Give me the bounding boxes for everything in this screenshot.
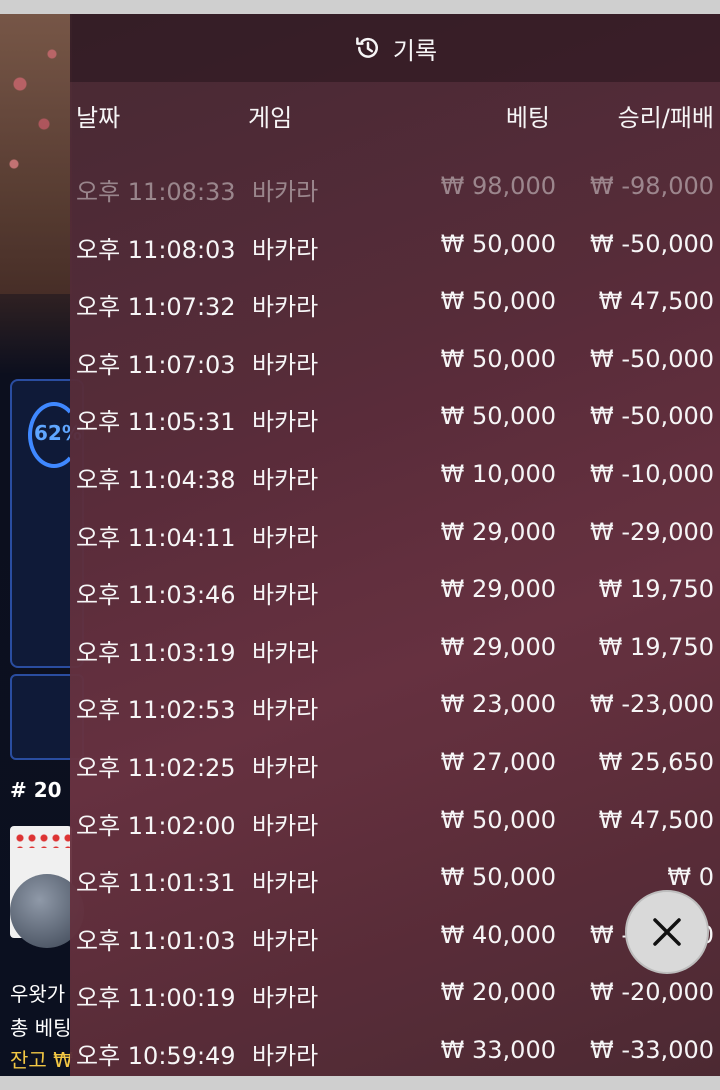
row-game: 바카라: [252, 753, 319, 782]
row-time: 오후 11:02:00: [76, 811, 236, 840]
row-bet: ₩ 29,000: [440, 517, 556, 546]
history-column-headers: 날짜 게임 베팅 승리/패배: [70, 98, 720, 138]
row-result: ₩ -50,000: [590, 344, 714, 373]
row-game: 바카라: [252, 811, 319, 840]
player-name: 우왓가: [10, 982, 66, 1006]
row-time: 오후 11:03:46: [76, 581, 236, 610]
row-time: 오후 10:59:49: [76, 1041, 236, 1070]
total-bet-label: 총 베팅: [10, 1016, 72, 1040]
row-bet: ₩ 50,000: [440, 863, 556, 892]
row-result: ₩ -29,000: [590, 517, 714, 546]
history-row[interactable]: 오후 11:07:32 바카라 ₩ 50,000 ₩ 47,500: [70, 275, 720, 333]
row-game: 바카라: [252, 638, 319, 667]
row-game: 바카라: [252, 869, 319, 898]
row-result: ₩ 0: [667, 863, 714, 892]
row-bet: ₩ 29,000: [440, 632, 556, 661]
row-game: 바카라: [252, 178, 319, 206]
row-time: 오후 11:02:53: [76, 696, 236, 725]
history-header: 기록: [70, 14, 720, 82]
row-bet: ₩ 29,000: [440, 575, 556, 604]
column-game: 게임: [248, 104, 293, 132]
history-row[interactable]: 오후 11:03:46 바카라 ₩ 29,000 ₩ 19,750: [70, 563, 720, 621]
row-game: 바카라: [252, 523, 319, 552]
screen: 62% # 20 우왓가 총 베팅 잔고 ₩ 기록 날짜 게임 베팅 승리/패배: [0, 14, 720, 1076]
row-game: 바카라: [252, 581, 319, 610]
row-bet: ₩ 50,000: [440, 344, 556, 373]
history-row[interactable]: 오후 11:08:03 바카라 ₩ 50,000 ₩ -50,000: [70, 218, 720, 276]
history-row[interactable]: 오후 11:05:31 바카라 ₩ 50,000 ₩ -50,000: [70, 390, 720, 448]
row-bet: ₩ 50,000: [440, 287, 556, 316]
row-result: ₩ -50,000: [590, 229, 714, 258]
row-result: ₩ -33,000: [590, 1035, 714, 1064]
row-time: 오후 11:01:31: [76, 869, 236, 898]
row-time: 오후 11:07:03: [76, 350, 236, 379]
history-row[interactable]: 오후 11:01:03 바카라 ₩ 40,000 ₩ -40,000: [70, 909, 720, 967]
history-row[interactable]: 오후 11:01:31 바카라 ₩ 50,000 ₩ 0: [70, 851, 720, 909]
row-game: 바카라: [252, 696, 319, 725]
history-row[interactable]: 오후 11:02:25 바카라 ₩ 27,000 ₩ 25,650: [70, 736, 720, 794]
history-row[interactable]: 오후 11:02:00 바카라 ₩ 50,000 ₩ 47,500: [70, 794, 720, 852]
row-time: 오후 11:04:11: [76, 523, 236, 552]
row-result: ₩ -10,000: [590, 459, 714, 488]
row-bet: ₩ 50,000: [440, 402, 556, 431]
close-icon: [653, 918, 681, 946]
row-bet: ₩ 50,000: [440, 229, 556, 258]
row-result: ₩ -20,000: [590, 978, 714, 1007]
row-result: ₩ 25,650: [598, 747, 714, 776]
row-result: ₩ 19,750: [598, 575, 714, 604]
row-time: 오후 11:05:31: [76, 408, 236, 437]
history-row[interactable]: 오후 11:07:03 바카라 ₩ 50,000 ₩ -50,000: [70, 333, 720, 391]
row-game: 바카라: [252, 465, 319, 494]
row-game: 바카라: [252, 984, 319, 1013]
row-result: ₩ 47,500: [598, 287, 714, 316]
row-bet: ₩ 23,000: [440, 690, 556, 719]
row-bet: ₩ 40,000: [440, 920, 556, 949]
row-game: 바카라: [252, 926, 319, 955]
row-bet: ₩ 33,000: [440, 1035, 556, 1064]
road-map-dots: [14, 832, 70, 848]
row-time: 오후 11:00:19: [76, 984, 236, 1013]
row-game: 바카라: [252, 235, 319, 264]
row-time: 오후 11:08:33: [76, 178, 236, 206]
history-row[interactable]: 오후 11:03:19 바카라 ₩ 29,000 ₩ 19,750: [70, 621, 720, 679]
history-row[interactable]: 오후 11:04:11 바카라 ₩ 29,000 ₩ -29,000: [70, 506, 720, 564]
row-game: 바카라: [252, 293, 319, 322]
row-game: 바카라: [252, 1041, 319, 1070]
row-time: 오후 11:03:19: [76, 638, 236, 667]
row-time: 오후 11:07:32: [76, 293, 236, 322]
column-date: 날짜: [76, 104, 121, 132]
row-time: 오후 11:01:03: [76, 926, 236, 955]
row-time: 오후 11:02:25: [76, 753, 236, 782]
row-result: ₩ 47,500: [598, 805, 714, 834]
round-label: # 20: [10, 778, 62, 802]
row-bet: ₩ 98,000: [440, 172, 556, 200]
column-bet: 베팅: [505, 104, 550, 132]
row-result: ₩ -23,000: [590, 690, 714, 719]
history-list[interactable]: 오후 11:08:33 바카라 ₩ 98,000 ₩ -98,000 오후 11…: [70, 160, 720, 1076]
row-result: ₩ -50,000: [590, 402, 714, 431]
row-bet: ₩ 27,000: [440, 747, 556, 776]
close-button[interactable]: [625, 890, 709, 974]
history-row[interactable]: 오후 11:00:19 바카라 ₩ 20,000 ₩ -20,000: [70, 966, 720, 1024]
history-row[interactable]: 오후 11:04:38 바카라 ₩ 10,000 ₩ -10,000: [70, 448, 720, 506]
balance-label: 잔고 ₩: [10, 1048, 73, 1072]
column-result: 승리/패배: [617, 104, 714, 132]
history-row[interactable]: 오후 10:59:49 바카라 ₩ 33,000 ₩ -33,000: [70, 1024, 720, 1076]
row-bet: ₩ 10,000: [440, 459, 556, 488]
row-game: 바카라: [252, 350, 319, 379]
row-result: ₩ -98,000: [590, 172, 714, 200]
history-icon: [356, 37, 378, 58]
history-panel: 기록 날짜 게임 베팅 승리/패배 오후 11:08:33 바카라 ₩ 98,0…: [70, 14, 720, 1076]
row-time: 오후 11:04:38: [76, 465, 236, 494]
history-title: 기록: [392, 36, 438, 65]
row-bet: ₩ 20,000: [440, 978, 556, 1007]
history-row[interactable]: 오후 11:02:53 바카라 ₩ 23,000 ₩ -23,000: [70, 678, 720, 736]
game-scenery: [0, 14, 72, 294]
row-game: 바카라: [252, 408, 319, 437]
row-bet: ₩ 50,000: [440, 805, 556, 834]
history-row[interactable]: 오후 11:08:33 바카라 ₩ 98,000 ₩ -98,000: [70, 160, 720, 218]
row-time: 오후 11:08:03: [76, 235, 236, 264]
row-result: ₩ 19,750: [598, 632, 714, 661]
